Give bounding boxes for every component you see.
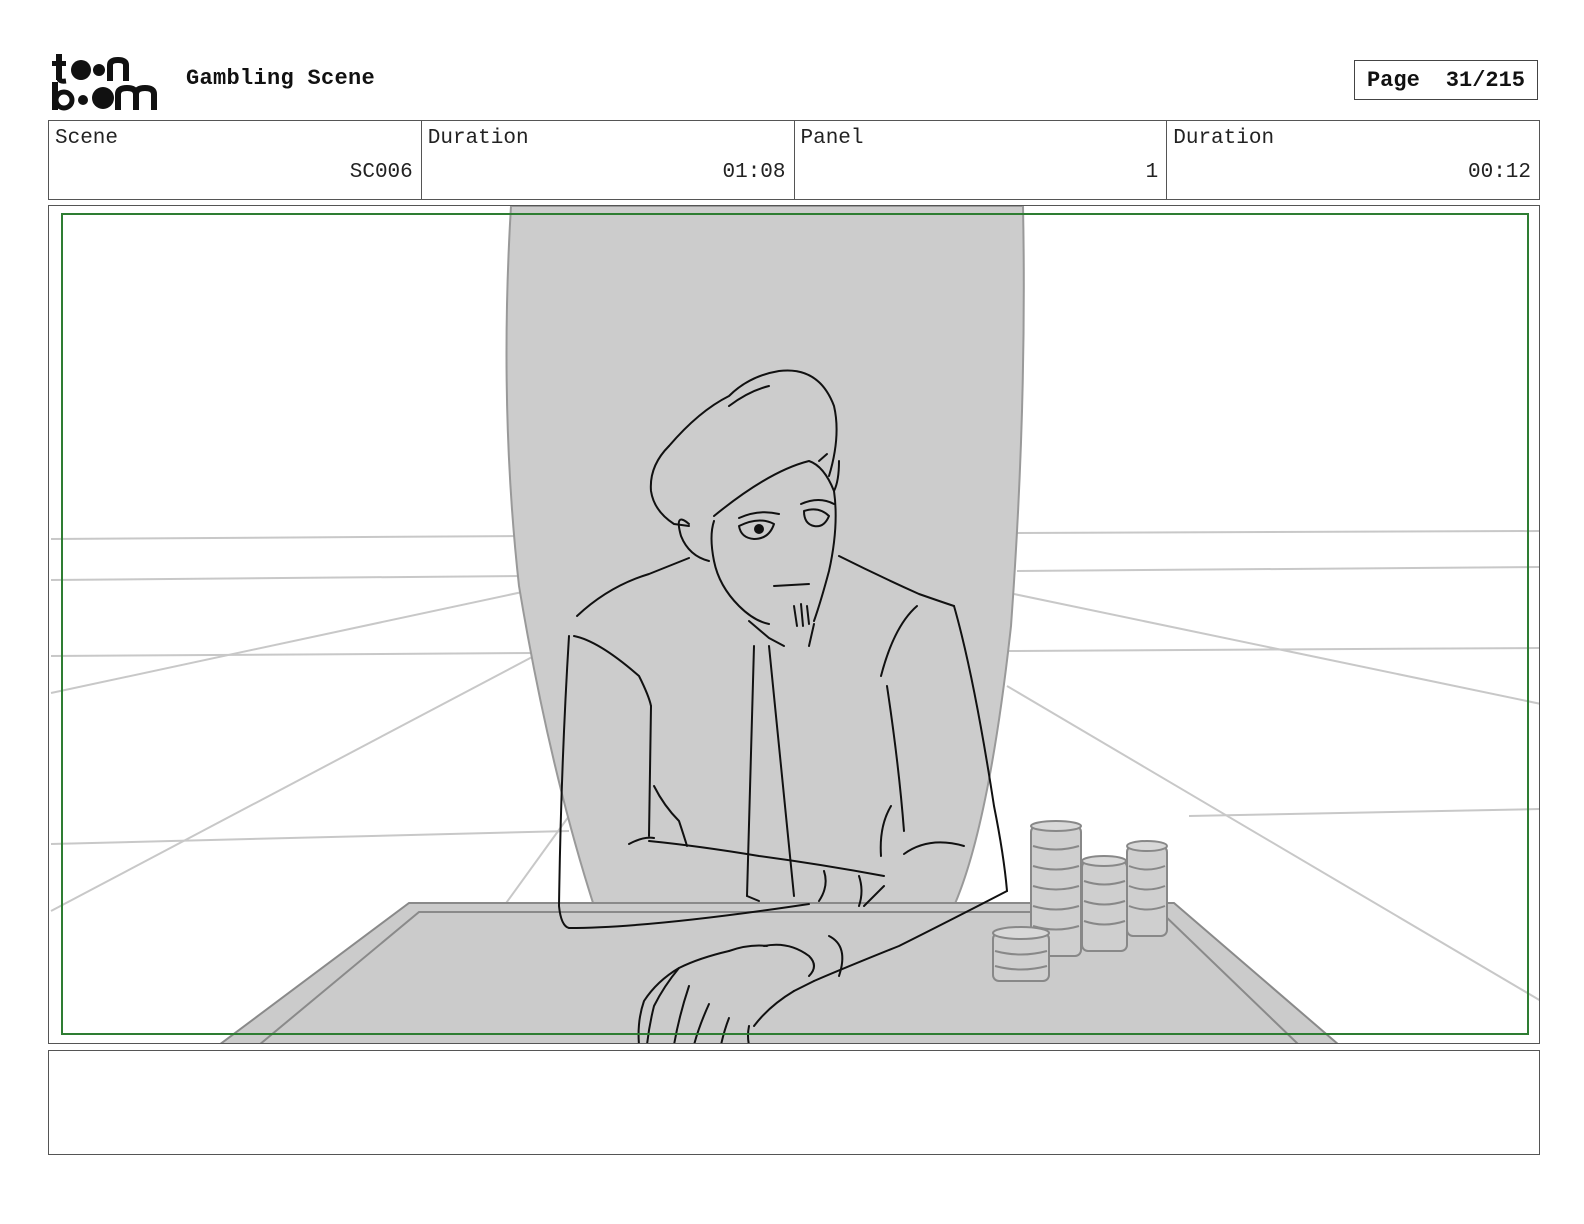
panel-cell: Panel 1 <box>795 121 1168 199</box>
panel-duration-label: Duration <box>1173 127 1275 150</box>
toon-boom-logo <box>50 52 166 112</box>
scene-value: SC006 <box>349 161 413 184</box>
page-indicator: Page 31/215 <box>1354 60 1538 100</box>
panel-notes-box <box>48 1050 1540 1155</box>
backdrop-column <box>505 206 1025 907</box>
panel-duration-value: 00:12 <box>1467 161 1531 184</box>
panel-sketch <box>50 206 1539 1043</box>
panel-value: 1 <box>1145 161 1159 184</box>
page-label: Page <box>1366 67 1420 93</box>
page-number: 31/215 <box>1445 67 1526 93</box>
storyboard-panel <box>48 205 1540 1044</box>
scene-duration-value: 01:08 <box>722 161 786 184</box>
scene-label: Scene <box>55 127 119 150</box>
scene-cell: Scene SC006 <box>49 121 422 199</box>
panel-duration-cell: Duration 00:12 <box>1167 121 1539 199</box>
scene-info-table: Scene SC006 Duration 01:08 Panel 1 Durat… <box>48 120 1540 200</box>
document-title: Gambling Scene <box>186 66 376 91</box>
table-surface <box>220 902 1339 1043</box>
scene-duration-cell: Duration 01:08 <box>422 121 795 199</box>
panel-label: Panel <box>800 127 864 150</box>
scene-duration-label: Duration <box>427 127 529 150</box>
